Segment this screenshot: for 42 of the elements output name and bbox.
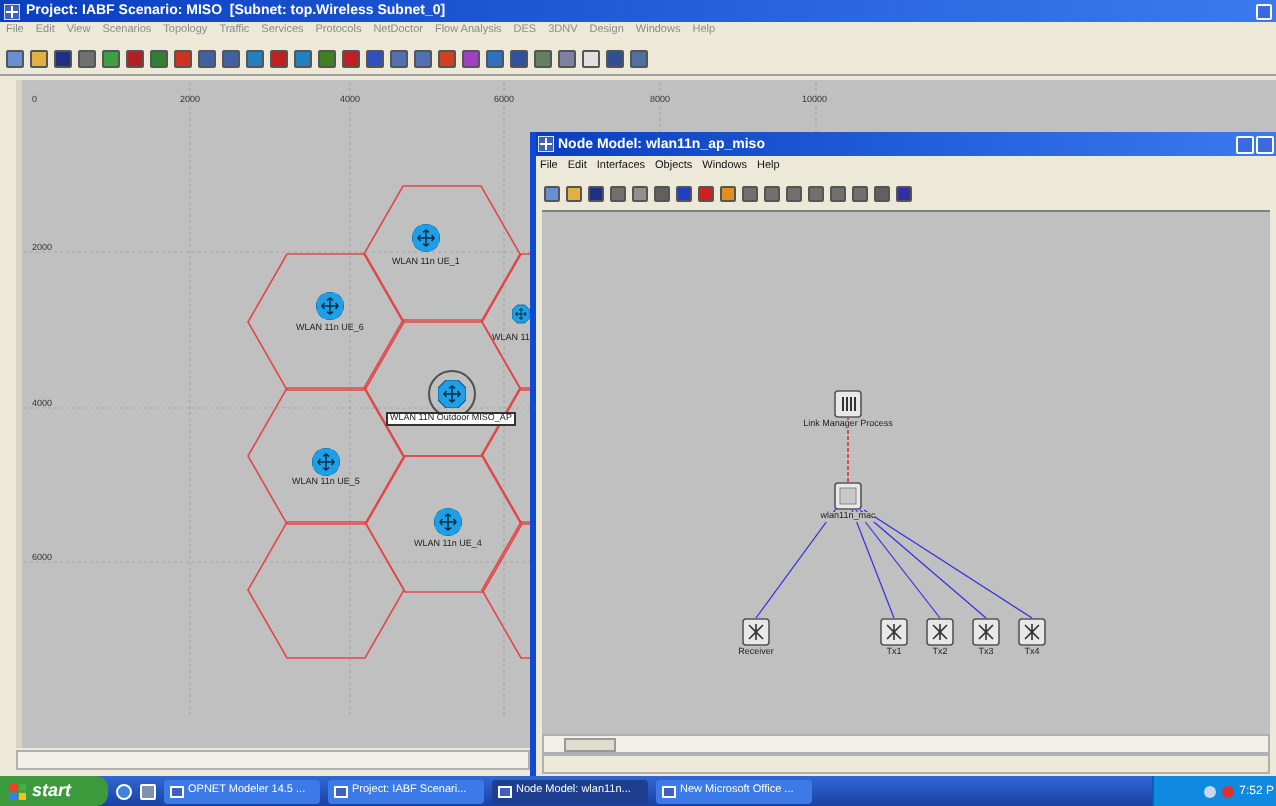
- window-icon: [662, 785, 676, 797]
- maximize-button[interactable]: [1256, 135, 1274, 153]
- start-button[interactable]: start: [0, 776, 108, 806]
- router-icon: [434, 508, 462, 536]
- wlan-node[interactable]: [312, 448, 340, 476]
- radio-module-icon: [1018, 618, 1046, 646]
- module-node[interactable]: [972, 618, 1000, 646]
- app-icon: [4, 3, 20, 19]
- horizontal-scrollbar[interactable]: [16, 750, 530, 770]
- network-icon: [1203, 785, 1216, 797]
- router-icon: [438, 380, 466, 408]
- security-icon: [1221, 785, 1234, 797]
- horizontal-scrollbar[interactable]: [542, 734, 1270, 754]
- radio-module-icon: [880, 618, 908, 646]
- wlan-node[interactable]: [434, 508, 462, 536]
- router-icon: [312, 448, 340, 476]
- windows-logo-icon: [10, 783, 26, 799]
- window-icon: [334, 785, 348, 797]
- radio-module-icon: [926, 618, 954, 646]
- minimize-button[interactable]: [1236, 135, 1254, 153]
- radio-module-icon: [742, 618, 770, 646]
- wlan-node[interactable]: [512, 300, 530, 328]
- scrollbar-thumb[interactable]: [564, 737, 616, 751]
- module-node[interactable]: [926, 618, 954, 646]
- router-icon: [412, 224, 440, 252]
- wlan-node[interactable]: [412, 224, 440, 252]
- app-icon: [538, 136, 554, 152]
- module-node[interactable]: [1018, 618, 1046, 646]
- module-node[interactable]: [742, 618, 770, 646]
- processor-module-icon: [834, 390, 862, 418]
- wlan-node[interactable]: [316, 292, 344, 320]
- router-icon: [512, 300, 530, 328]
- minimize-button[interactable]: [1256, 3, 1272, 19]
- connector-line: [847, 417, 849, 483]
- queue-module-icon: [834, 482, 862, 510]
- window-icon: [498, 785, 512, 797]
- radio-module-icon: [972, 618, 1000, 646]
- module-node[interactable]: [880, 618, 908, 646]
- router-icon: [316, 292, 344, 320]
- module-node[interactable]: [834, 482, 862, 510]
- module-node[interactable]: [834, 390, 862, 418]
- window-icon: [170, 785, 184, 797]
